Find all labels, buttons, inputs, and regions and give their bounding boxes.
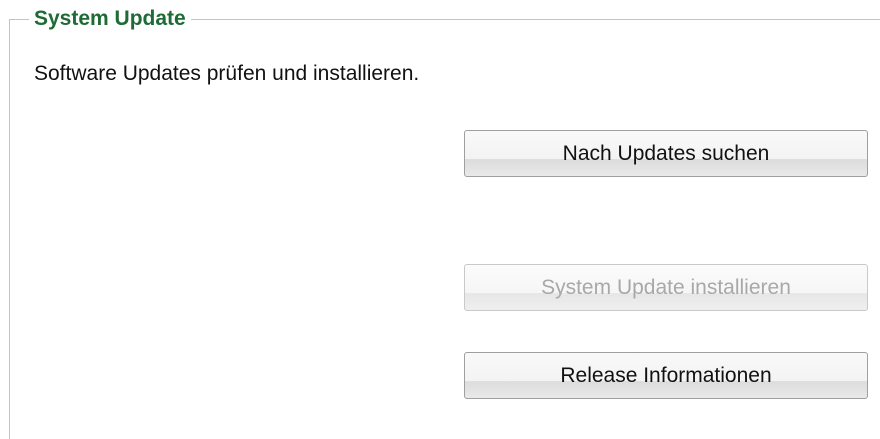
check-updates-button[interactable]: Nach Updates suchen <box>464 130 868 177</box>
section-description: Software Updates prüfen und installieren… <box>34 62 420 85</box>
install-update-button[interactable]: System Update installieren <box>464 264 868 311</box>
section-title: System Update <box>29 6 191 32</box>
release-information-button[interactable]: Release Informationen <box>464 352 868 399</box>
